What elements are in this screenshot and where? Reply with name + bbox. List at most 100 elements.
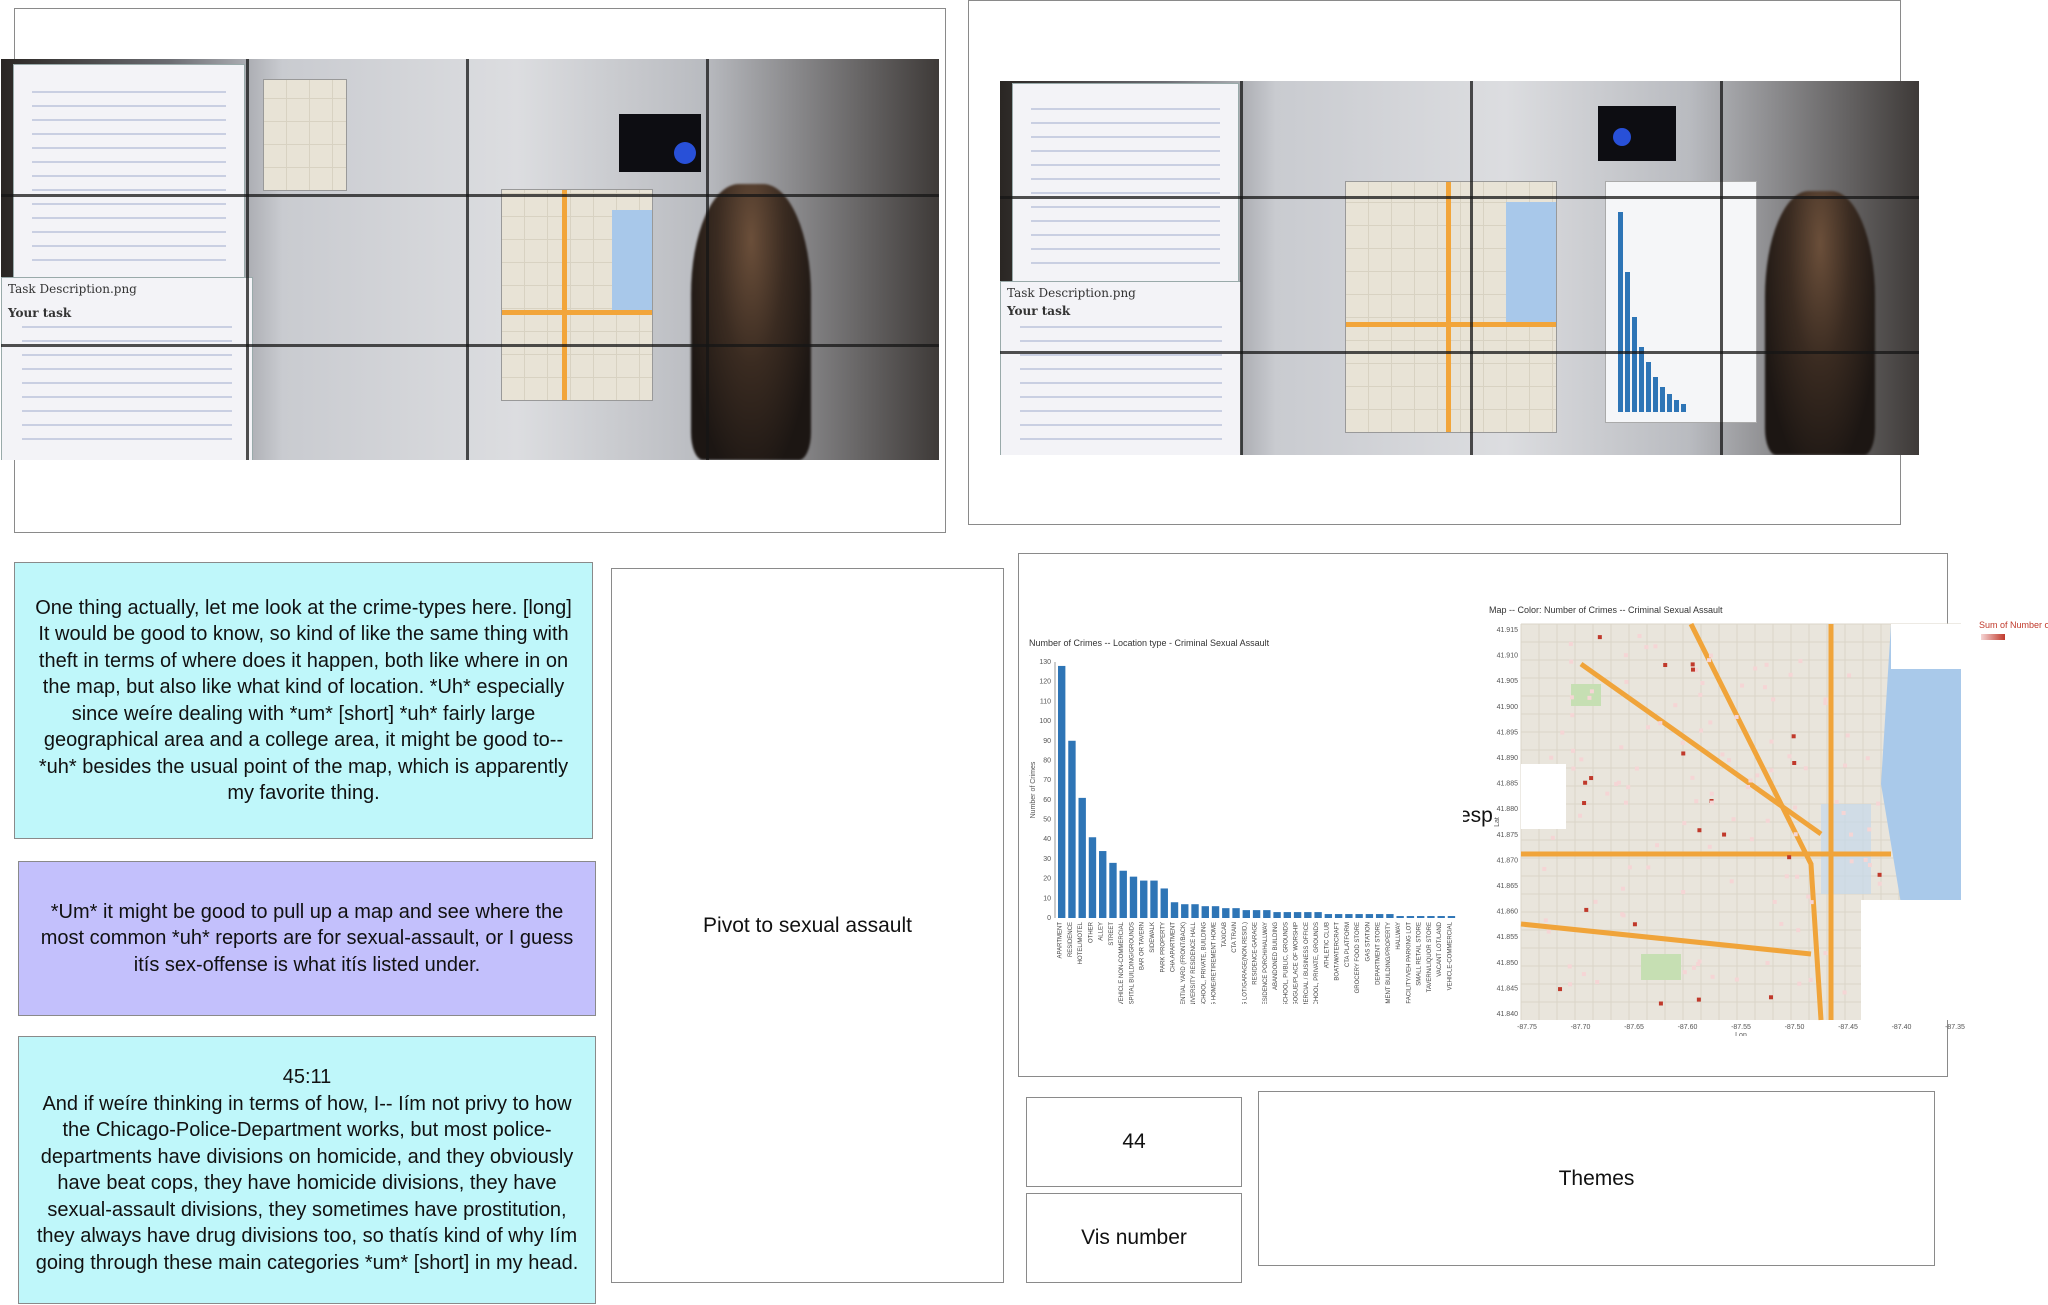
crime-marker (1755, 773, 1760, 778)
category-label: CTA TRAIN (1232, 922, 1238, 953)
y-tick-label: 80 (1043, 757, 1051, 764)
crime-marker (1582, 801, 1587, 806)
display-wall-photo-right: Task Description.png Your task (1000, 81, 1919, 455)
y-tick-label: 100 (1039, 718, 1051, 725)
crime-marker (1863, 857, 1868, 862)
y-tick-label: 20 (1043, 876, 1051, 883)
person-figure (1765, 191, 1875, 455)
crime-marker (1809, 900, 1814, 905)
crime-marker (1593, 899, 1598, 904)
category-label: APARTMENT (1058, 922, 1064, 959)
bar (1191, 904, 1199, 918)
lon-tick-label: -87.75 (1517, 1024, 1537, 1031)
bar (1355, 914, 1363, 918)
park-area (1641, 954, 1681, 980)
transcript-note-1: One thing actually, let me look at the c… (14, 562, 593, 839)
crime-marker (1543, 918, 1548, 923)
crime-marker (1697, 828, 1702, 833)
bar (1283, 912, 1292, 918)
category-label: HOTEL/MOTEL (1078, 921, 1084, 964)
crime-marker (1620, 886, 1625, 891)
y-tick-label: 0 (1047, 915, 1051, 922)
category-label: RESIDENTIAL YARD (FRONT/BACK) (1181, 922, 1187, 1004)
crime-marker (1634, 766, 1639, 771)
crime-marker (1658, 721, 1663, 726)
crime-marker (1569, 659, 1574, 664)
vis-number-value-box: 44 (1026, 1097, 1242, 1187)
lat-tick-label: 41.845 (1497, 985, 1519, 992)
crime-marker (1696, 997, 1701, 1002)
category-label: DEPARTMENT STORE (1376, 922, 1382, 985)
crime-marker (1791, 734, 1796, 739)
crime-marker (1655, 843, 1660, 848)
crime-marker (1765, 818, 1770, 823)
lat-tick-label: 41.915 (1497, 627, 1519, 634)
crime-marker (1845, 733, 1850, 738)
category-label: CTA PLATFORM (1345, 922, 1351, 967)
category-label: SCHOOL, PUBLIC, GROUNDS (1283, 922, 1289, 1004)
prompt-panel (1598, 106, 1676, 161)
crime-marker (1694, 799, 1699, 804)
category-label: POLICE FACILITY/VEH PARKING LOT (1406, 922, 1412, 1004)
crime-marker (1644, 645, 1649, 650)
crime-marker (1806, 894, 1811, 899)
bar (1170, 902, 1179, 918)
crime-marker (1616, 780, 1621, 785)
y-tick-label: 90 (1043, 738, 1051, 745)
bar (1201, 906, 1209, 918)
category-label: TAVERN/LIQUOR STORE (1427, 922, 1433, 992)
crime-marker (1567, 964, 1572, 969)
category-label: VEHICLE-COMMERCIAL (1447, 921, 1453, 990)
crime-marker (1653, 644, 1658, 649)
crime-marker (1753, 666, 1758, 671)
bar (1129, 876, 1138, 918)
crime-marker (1619, 745, 1624, 750)
crime-marker (1849, 832, 1854, 837)
lat-tick-label: 41.850 (1497, 960, 1519, 967)
category-label: GROCERY FOOD STORE (1355, 922, 1361, 993)
mini-bar-chart (1618, 212, 1686, 412)
bar (1304, 912, 1312, 918)
crime-marker (1787, 855, 1792, 860)
crime-marker (1796, 928, 1801, 933)
crime-marker (1681, 890, 1686, 895)
bar (1375, 914, 1384, 918)
bar (1068, 740, 1076, 918)
crime-marker (1579, 757, 1584, 762)
crime-marker (1797, 981, 1802, 986)
bar-chart: 0 10 20 30 40 50 60 70 80 90 100 110 120 130 Number of… (1030, 659, 1456, 1004)
crime-marker (1734, 977, 1739, 982)
task-description-document: Task Description.png Your task (1000, 281, 1242, 455)
lat-tick-label: 41.880 (1497, 806, 1519, 813)
crime-marker (1740, 683, 1745, 688)
bar (1406, 916, 1415, 918)
crime-marker (1729, 879, 1734, 884)
lat-tick-label: 41.840 (1497, 1011, 1519, 1018)
crime-marker (1847, 673, 1852, 678)
bar (1345, 914, 1353, 918)
crime-marker (1646, 725, 1651, 730)
crime-marker (1697, 959, 1702, 964)
photo-frame-right: Task Description.png Your task (968, 0, 1919, 525)
bar (1242, 910, 1250, 918)
crime-marker (1597, 635, 1602, 640)
bar (1058, 665, 1066, 918)
themes-box: Themes (1258, 1091, 1935, 1266)
bar-chart-container: Number of Crimes -- Location type - Crim… (1027, 630, 1463, 1010)
crime-marker (1746, 785, 1751, 790)
crime-marker (1700, 681, 1705, 686)
bar (1416, 916, 1425, 918)
pivot-label: Pivot to sexual assault (703, 913, 912, 937)
crime-marker (1569, 695, 1574, 700)
category-label: RESIDENCE PORCH/HALLWAY (1263, 922, 1269, 1004)
bar (1078, 797, 1086, 918)
crime-marker (1769, 739, 1774, 744)
crime-marker (1570, 713, 1575, 718)
category-label: CHA APARTMENT (1171, 922, 1177, 972)
crime-marker (1842, 990, 1847, 995)
map-panel-photo-left (501, 189, 653, 401)
lat-tick-label: 41.910 (1497, 653, 1519, 660)
crime-marker (1578, 813, 1583, 818)
crime-marker (1690, 662, 1695, 667)
vis-number-label-box: Vis number (1026, 1193, 1242, 1283)
